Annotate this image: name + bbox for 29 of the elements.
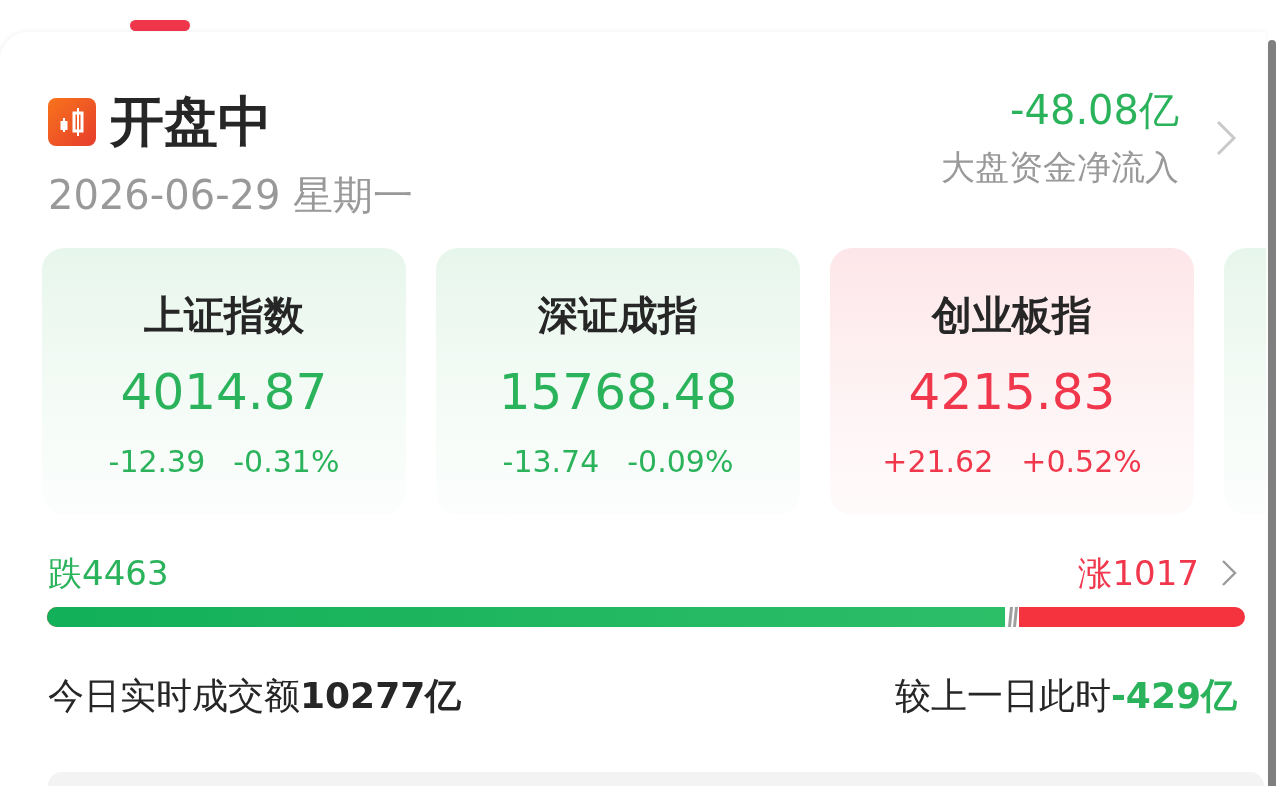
index-card[interactable]: 深证成指 15768.48 -13.74 -0.09% bbox=[436, 248, 800, 515]
compare-label: 较上一日此时 bbox=[894, 674, 1111, 718]
index-change-percent: -0.09% bbox=[627, 444, 734, 480]
index-card[interactable]: 上证指数 4014.87 -12.39 -0.31% bbox=[42, 248, 406, 515]
index-change: +21.62 bbox=[882, 444, 994, 480]
index-change-percent: +0.52% bbox=[1021, 444, 1142, 480]
candlestick-icon bbox=[48, 98, 96, 146]
chevron-right-icon[interactable] bbox=[1215, 118, 1237, 157]
index-name: 上证指数 bbox=[144, 292, 304, 338]
index-change: -12.39 bbox=[108, 444, 206, 480]
trade-date: 2026-06-29 星期一 bbox=[48, 171, 414, 219]
index-change-percent: -0.31% bbox=[233, 444, 340, 480]
index-card[interactable]: 创业板指 4215.83 +21.62 +0.52% bbox=[830, 248, 1194, 515]
market-status: 开盘中 bbox=[110, 94, 272, 150]
tab-indicator bbox=[130, 20, 190, 31]
index-value: 4215.83 bbox=[908, 364, 1116, 420]
fund-flow-label: 大盘资金净流入 bbox=[941, 147, 1179, 187]
fund-flow-value: -48.08亿 bbox=[1009, 88, 1179, 132]
index-name: 深证成指 bbox=[538, 292, 698, 338]
advance-count: 涨1017 bbox=[1078, 552, 1199, 595]
index-change: -13.74 bbox=[502, 444, 600, 480]
turnover-value: 10277亿 bbox=[300, 674, 462, 718]
index-value: 15768.48 bbox=[498, 364, 738, 420]
decline-count: 跌4463 bbox=[48, 552, 169, 595]
chevron-right-icon[interactable] bbox=[1221, 559, 1237, 587]
index-value: 4014.87 bbox=[120, 364, 328, 420]
turnover-label: 今日实时成交额 bbox=[48, 674, 300, 718]
compare-value: -429亿 bbox=[1110, 674, 1237, 718]
index-name: 创业板指 bbox=[932, 292, 1092, 338]
